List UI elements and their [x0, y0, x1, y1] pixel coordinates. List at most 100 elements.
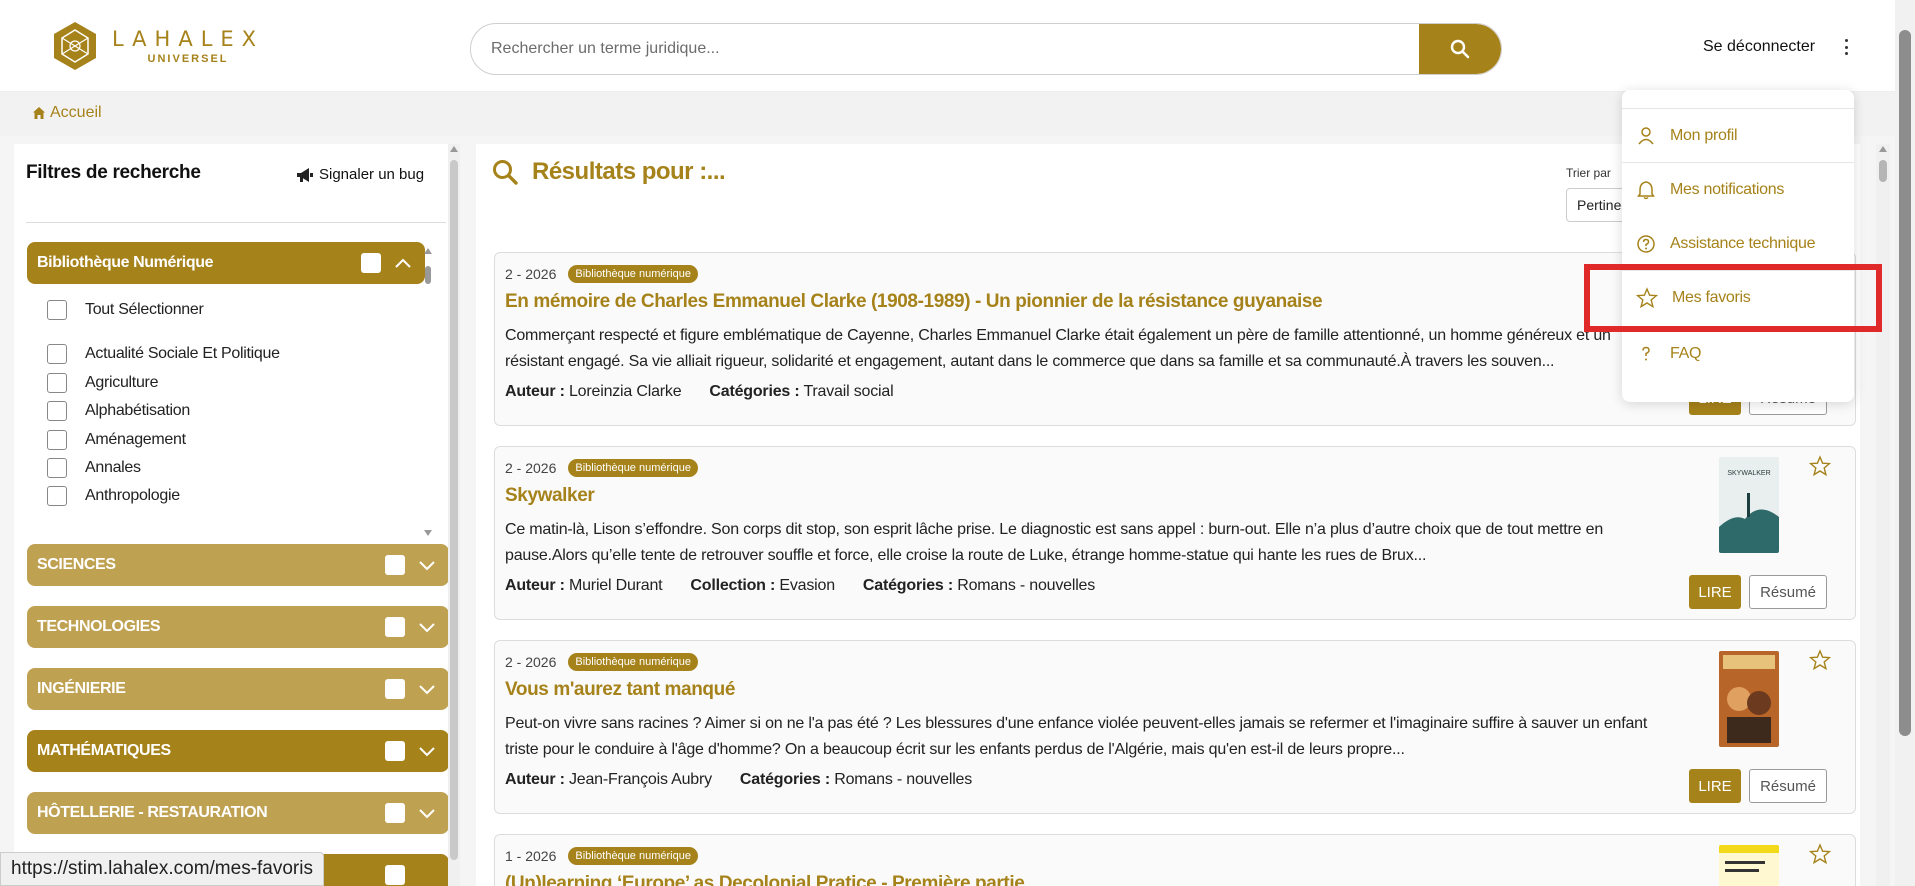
menu-item-faq[interactable]: FAQ — [1622, 328, 1854, 380]
category-mathematiques[interactable]: MATHÉMATIQUES — [27, 730, 449, 772]
search-icon — [1450, 39, 1470, 59]
chevron-down-icon[interactable] — [417, 679, 437, 699]
read-button[interactable]: LIRE — [1689, 575, 1741, 609]
window-scrollbar-thumb[interactable] — [1899, 30, 1911, 736]
category-label: TECHNOLOGIES — [37, 618, 161, 635]
chevron-down-icon[interactable] — [417, 555, 437, 575]
chevron-down-icon[interactable] — [417, 803, 437, 823]
bell-icon — [1637, 181, 1655, 200]
category-label: Bibliothèque Numérique — [37, 254, 214, 271]
question-mark-icon — [1642, 346, 1650, 361]
card-date: 2 - 2026 — [505, 266, 557, 282]
logo[interactable]: LAHALEX UNIVERSEL — [52, 20, 264, 72]
card-description: Peut-on vivre sans racines ? Aimer si on… — [505, 715, 1648, 758]
chevron-up-icon[interactable] — [393, 253, 413, 273]
search-input[interactable] — [471, 24, 1371, 74]
category-hotellerie-restauration[interactable]: HÔTELLERIE - RESTAURATION — [27, 792, 449, 834]
user-icon — [1638, 127, 1654, 145]
filters-scrollbar[interactable] — [448, 144, 460, 886]
category-checkbox[interactable] — [385, 865, 405, 885]
list-item-select-all[interactable]: Tout Sélectionner — [47, 300, 204, 320]
category-checkbox[interactable] — [385, 803, 405, 823]
category-bibliotheque-numerique[interactable]: Bibliothèque Numérique — [27, 242, 425, 284]
card-title[interactable]: Skywalker — [505, 485, 595, 507]
checkbox[interactable] — [47, 401, 67, 421]
home-icon — [33, 107, 45, 119]
book-cover-thumbnail[interactable] — [1719, 845, 1779, 886]
list-item[interactable]: Aménagement — [47, 430, 186, 450]
summary-button[interactable]: Résumé — [1749, 769, 1827, 803]
item-label: Anthropologie — [85, 487, 180, 504]
menu-item-label: FAQ — [1670, 345, 1702, 362]
chevron-down-icon[interactable] — [417, 617, 437, 637]
sort-label: Trier par — [1566, 166, 1611, 180]
result-card: 2 - 2026 Bibliothèque numérique Vous m'a… — [494, 640, 1856, 814]
help-circle-icon — [1637, 235, 1655, 253]
filters-panel: Filtres de recherche Signaler un bug Bib… — [14, 144, 449, 886]
card-badge: Bibliothèque numérique — [568, 847, 698, 865]
read-button[interactable]: LIRE — [1689, 769, 1741, 803]
summary-button[interactable]: Résumé — [1749, 575, 1827, 609]
more-menu-button[interactable] — [1838, 36, 1854, 58]
chevron-down-icon[interactable] — [417, 741, 437, 761]
card-collection: Collection : Evasion — [690, 577, 835, 594]
menu-item-support[interactable]: Assistance technique — [1622, 218, 1854, 270]
category-checkbox[interactable] — [385, 617, 405, 637]
favorite-star-icon[interactable] — [1809, 649, 1831, 671]
menu-item-notifications[interactable]: Mes notifications — [1622, 164, 1854, 216]
checkbox[interactable] — [47, 373, 67, 393]
checkbox[interactable] — [47, 344, 67, 364]
category-checkbox[interactable] — [385, 679, 405, 699]
favorite-star-icon[interactable] — [1809, 843, 1831, 865]
category-checkbox[interactable] — [385, 741, 405, 761]
category-technologies[interactable]: TECHNOLOGIES — [27, 606, 449, 648]
inner-scrollbar[interactable] — [422, 246, 434, 538]
category-label: SCIENCES — [37, 556, 116, 573]
menu-item-profile[interactable]: Mon profil — [1622, 110, 1854, 162]
card-badge: Bibliothèque numérique — [568, 459, 698, 477]
menu-item-label: Mon profil — [1670, 127, 1738, 144]
checkbox[interactable] — [47, 430, 67, 450]
card-title[interactable]: En mémoire de Charles Emmanuel Clarke (1… — [505, 291, 1323, 313]
list-item[interactable]: Actualité Sociale Et Politique — [47, 344, 280, 364]
user-dropdown-menu: Mon profil Mes notifications Assistance … — [1622, 90, 1854, 402]
category-checkbox[interactable] — [361, 253, 381, 273]
favorite-star-icon[interactable] — [1809, 455, 1831, 477]
list-item[interactable]: Anthropologie — [47, 486, 180, 506]
category-sciences[interactable]: SCIENCES — [27, 544, 449, 586]
item-label: Aménagement — [85, 431, 186, 448]
report-bug-link[interactable]: Signaler un bug — [296, 166, 424, 183]
card-categories: Catégories : Romans - nouvelles — [739, 771, 973, 788]
category-label: HÔTELLERIE - RESTAURATION — [37, 804, 268, 821]
filters-title: Filtres de recherche — [26, 162, 201, 183]
breadcrumb[interactable]: Accueil — [32, 104, 102, 122]
status-bar-url: https://stim.lahalex.com/mes-favoris — [0, 852, 324, 886]
breadcrumb-home[interactable]: Accueil — [50, 104, 102, 122]
search-bar — [470, 23, 1502, 75]
book-cover-thumbnail[interactable]: SKYWALKER — [1719, 457, 1779, 553]
checkbox[interactable] — [47, 300, 67, 320]
card-title[interactable]: (Un)learning ‘Europe’ as Decolonial Prat… — [505, 873, 1025, 886]
card-title[interactable]: Vous m'aurez tant manqué — [505, 679, 735, 701]
logout-link[interactable]: Se déconnecter — [1703, 38, 1815, 56]
list-item[interactable]: Annales — [47, 458, 141, 478]
divider — [26, 222, 446, 223]
list-item[interactable]: Alphabétisation — [47, 401, 190, 421]
category-label: MATHÉMATIQUES — [37, 742, 171, 759]
results-scrollbar[interactable] — [1876, 144, 1890, 886]
logo-subtitle: UNIVERSEL — [147, 53, 229, 65]
category-ingenierie[interactable]: INGÉNIERIE — [27, 668, 449, 710]
list-item[interactable]: Agriculture — [47, 373, 158, 393]
checkbox[interactable] — [47, 458, 67, 478]
megaphone-icon — [297, 167, 313, 182]
category-checkbox[interactable] — [385, 555, 405, 575]
menu-item-label: Mes notifications — [1670, 181, 1785, 198]
search-button[interactable] — [1419, 24, 1501, 74]
book-cover-thumbnail[interactable] — [1719, 651, 1779, 747]
card-categories: Catégories : Romans - nouvelles — [862, 577, 1096, 594]
menu-item-label: Assistance technique — [1670, 235, 1816, 252]
checkbox[interactable] — [47, 486, 67, 506]
item-label: Agriculture — [85, 374, 159, 391]
card-author: Auteur : Jean-François Aubry — [505, 771, 712, 788]
item-label: Actualité Sociale Et Politique — [85, 345, 280, 362]
